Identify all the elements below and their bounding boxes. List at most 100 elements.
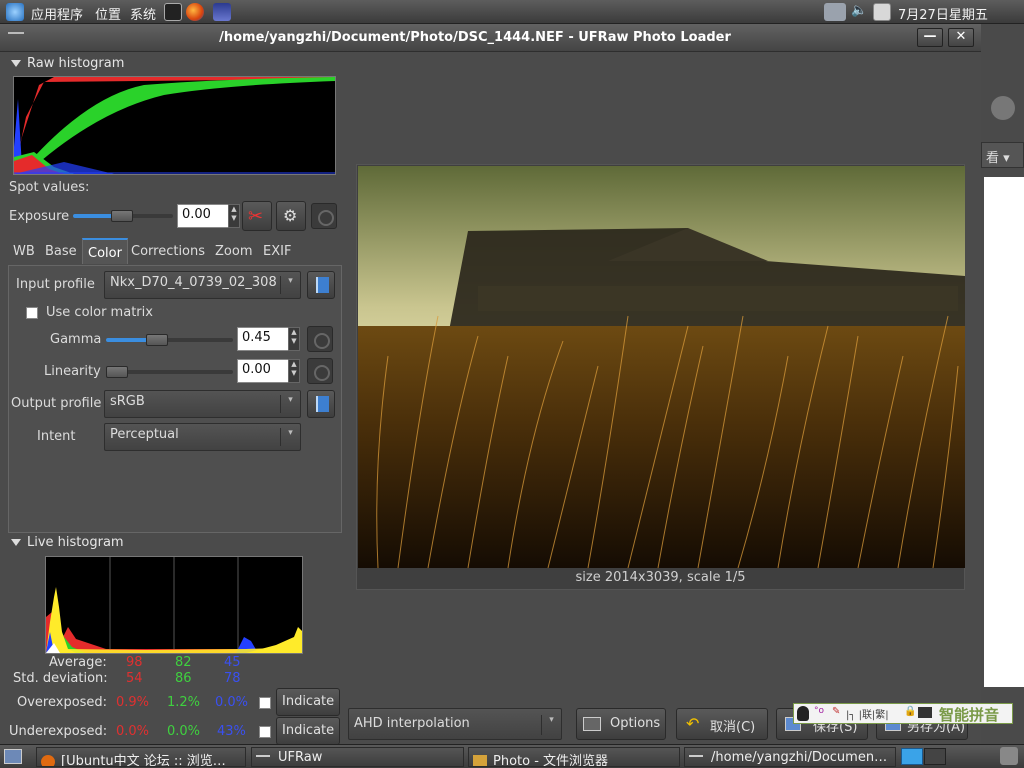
- menu-applications[interactable]: 应用程序: [31, 4, 83, 23]
- overexposed-blue: 0.0%: [215, 695, 249, 710]
- ime-keyboard-icon[interactable]: [918, 707, 932, 718]
- volume-icon[interactable]: 🔈: [851, 3, 869, 21]
- average-label: Average:: [49, 655, 107, 670]
- gamma-reset-button[interactable]: [307, 326, 333, 352]
- task-ufraw[interactable]: UFRaw: [251, 747, 464, 767]
- output-profile-value: sRGB: [110, 394, 145, 409]
- expander-down-icon: [11, 60, 21, 67]
- ime-toolbar[interactable]: °o ✎ |┐ |联|繁| 🔒 智能拼音: [793, 703, 1013, 724]
- gamma-slider[interactable]: [106, 338, 233, 342]
- ime-lock-icon[interactable]: 🔒: [904, 706, 916, 717]
- firefox-icon[interactable]: [186, 3, 204, 21]
- overexposed-indicate-button[interactable]: Indicate: [276, 688, 340, 716]
- menu-places[interactable]: 位置: [95, 4, 121, 23]
- load-input-profile-button[interactable]: [307, 271, 335, 299]
- tab-wb[interactable]: WB: [8, 238, 40, 264]
- task-file-browser[interactable]: Photo - 文件浏览器: [468, 747, 680, 767]
- terminal-window-icon: [689, 754, 703, 761]
- close-button[interactable]: ✕: [948, 28, 974, 47]
- tab-base[interactable]: Base: [40, 238, 82, 264]
- use-color-matrix-label: Use color matrix: [46, 305, 153, 320]
- network-icon[interactable]: [824, 3, 846, 21]
- trash-icon[interactable]: [1000, 747, 1018, 765]
- exposure-slider-fill: [73, 214, 113, 218]
- chevron-down-icon: ▾: [280, 276, 300, 294]
- image-viewer-icon[interactable]: [213, 3, 231, 21]
- overexposed-green: 1.2%: [167, 695, 201, 710]
- underexposed-indicate-checkbox[interactable]: [259, 726, 271, 738]
- underexposed-blue: 43%: [217, 724, 246, 739]
- exposure-spin-arrows[interactable]: ▲ ▼: [228, 204, 240, 228]
- options-button[interactable]: Options: [576, 708, 666, 740]
- input-profile-select[interactable]: Nkx_D70_4_0739_02_308 ▾: [104, 271, 301, 299]
- raw-histogram-header[interactable]: Raw histogram: [11, 56, 124, 71]
- intent-select[interactable]: Perceptual ▾: [104, 423, 301, 451]
- task-firefox[interactable]: [Ubuntu中文 论坛 :: 浏览…: [36, 747, 246, 767]
- std-red: 54: [126, 671, 143, 686]
- tab-exif[interactable]: EXIF: [258, 238, 296, 264]
- cancel-button[interactable]: ↶ 取消(C): [676, 708, 768, 740]
- exposure-slider-knob[interactable]: [111, 210, 133, 222]
- use-color-matrix-checkbox[interactable]: [26, 307, 38, 319]
- ime-mode-label[interactable]: 智能拼音: [939, 704, 999, 725]
- load-output-profile-button[interactable]: [307, 390, 335, 418]
- gamma-input[interactable]: 0.45: [237, 327, 289, 351]
- linearity-input[interactable]: 0.00: [237, 359, 289, 383]
- input-profile-value: Nkx_D70_4_0739_02_308: [110, 275, 277, 290]
- overexposed-red: 0.9%: [116, 695, 150, 710]
- tab-zoom[interactable]: Zoom: [210, 238, 257, 264]
- firefox-icon: [41, 754, 55, 766]
- raw-histogram: [13, 76, 336, 175]
- ime-pen-icon[interactable]: ✎: [832, 706, 840, 717]
- ime-soft-kbd-icon[interactable]: |┐ |联|繁|: [846, 706, 889, 721]
- photo-preview[interactable]: [358, 166, 965, 568]
- chevron-down-icon: ▾: [280, 395, 300, 413]
- auto-exposure-button[interactable]: ✂: [242, 201, 272, 231]
- expander-down-icon: [11, 539, 21, 546]
- bg-combo: 看 ▾: [981, 142, 1024, 168]
- linearity-slider-knob[interactable]: [106, 366, 128, 378]
- overexposed-indicate-checkbox[interactable]: [259, 697, 271, 709]
- exposure-input[interactable]: 0.00: [177, 204, 229, 228]
- linearity-spin-arrows[interactable]: ▲ ▼: [288, 359, 300, 383]
- menu-system[interactable]: 系统: [130, 4, 156, 23]
- std-blue: 78: [224, 671, 241, 686]
- workspace-1[interactable]: [901, 748, 923, 765]
- notification-icon[interactable]: [873, 3, 891, 21]
- output-profile-select[interactable]: sRGB ▾: [104, 390, 301, 418]
- gnome-foot-icon[interactable]: [6, 3, 24, 21]
- live-histogram-plot: [46, 557, 302, 653]
- show-desktop-icon[interactable]: [4, 749, 22, 764]
- ufraw-window: /home/yangzhi/Document/Photo/DSC_1444.NE…: [0, 24, 981, 745]
- exposure-options-button[interactable]: ⚙: [276, 201, 306, 231]
- minimize-button[interactable]: —: [917, 28, 943, 47]
- interpolation-value: AHD interpolation: [354, 716, 470, 731]
- task-terminal[interactable]: /home/yangzhi/Documen…: [684, 747, 896, 767]
- gamma-spin-arrows[interactable]: ▲ ▼: [288, 327, 300, 351]
- live-histogram: [45, 556, 303, 654]
- exposure-reset-button[interactable]: [311, 203, 337, 229]
- interpolation-select[interactable]: AHD interpolation ▾: [348, 708, 562, 740]
- intent-value: Perceptual: [110, 427, 179, 442]
- live-histogram-header[interactable]: Live histogram: [11, 535, 124, 550]
- chevron-down-icon: ▾: [541, 715, 561, 735]
- photo-image: [358, 166, 965, 568]
- terminal-icon[interactable]: [164, 3, 182, 21]
- overexposed-label: Overexposed:: [17, 695, 108, 710]
- linearity-reset-button[interactable]: [307, 358, 333, 384]
- footprint-icon: [991, 96, 1015, 120]
- folder-icon: [473, 754, 487, 766]
- underexposed-indicate-button[interactable]: Indicate: [276, 717, 340, 745]
- tab-color[interactable]: Color: [82, 238, 128, 264]
- tab-corrections[interactable]: Corrections: [126, 238, 210, 264]
- top-panel: 应用程序 位置 系统 🔈 7月27日星期五 01:47: [0, 0, 1024, 38]
- ime-punct-icon[interactable]: °o: [814, 706, 824, 716]
- workspace-2[interactable]: [924, 748, 946, 765]
- title-bar[interactable]: /home/yangzhi/Document/Photo/DSC_1444.NE…: [0, 24, 981, 52]
- tab-bar: WB Base Color Corrections Zoom EXIF: [8, 238, 342, 266]
- average-green: 82: [175, 655, 192, 670]
- underexposed-green: 0.0%: [167, 724, 201, 739]
- gamma-slider-knob[interactable]: [146, 334, 168, 346]
- ufraw-icon: [256, 754, 270, 761]
- penguin-icon[interactable]: [797, 706, 809, 721]
